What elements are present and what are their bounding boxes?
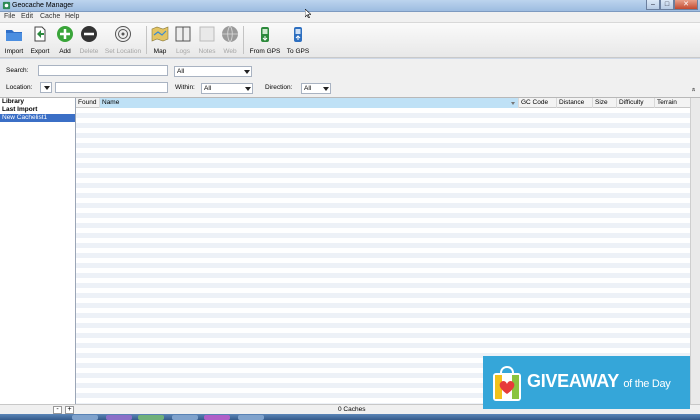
taskbar-item[interactable] (204, 415, 230, 420)
taskbar-item[interactable] (172, 415, 198, 420)
column-found[interactable]: Found (76, 98, 100, 108)
notes-button[interactable]: Notes (197, 25, 217, 55)
delete-label: Delete (79, 48, 99, 55)
taskbar-item[interactable] (72, 415, 98, 420)
minimize-button[interactable]: – (646, 0, 660, 10)
search-scope-value: All (177, 68, 185, 75)
search-scope-select[interactable]: All (174, 66, 252, 77)
export-button[interactable]: Export (29, 25, 51, 55)
cache-count: 0 Caches (338, 406, 366, 413)
vertical-scrollbar[interactable] (690, 98, 700, 404)
location-input[interactable] (55, 82, 168, 93)
giveaway-text: GIVEAWAY of the Day (527, 371, 671, 392)
to-gps-button[interactable]: To GPS (285, 25, 311, 55)
location-dropdown[interactable] (40, 82, 52, 93)
maximize-button[interactable]: □ (660, 0, 674, 10)
notes-icon (199, 26, 215, 42)
column-size[interactable]: Size (593, 98, 617, 108)
to-gps-label: To GPS (286, 48, 310, 55)
toolbar-separator (243, 26, 244, 54)
set-location-button[interactable]: Set Location (104, 25, 142, 55)
app-icon (2, 1, 11, 10)
logs-label: Logs (175, 48, 191, 55)
from-gps-label: From GPS (249, 48, 281, 55)
location-label: Location: (6, 84, 33, 91)
from-gps-button[interactable]: From GPS (249, 25, 281, 55)
direction-value: All (304, 85, 312, 92)
column-terrain[interactable]: Terrain (655, 98, 690, 108)
within-value: All (204, 85, 212, 92)
within-select[interactable]: All (201, 83, 253, 94)
web-label: Web (223, 48, 237, 55)
mouse-cursor-icon (305, 9, 311, 18)
map-icon (151, 26, 169, 42)
delete-button[interactable]: Delete (79, 25, 99, 55)
sidebar-item-new-cachelist[interactable]: New Cachelist1 (0, 114, 75, 122)
add-list-button[interactable]: + (65, 406, 74, 414)
plus-icon (57, 26, 73, 42)
minus-icon (81, 26, 97, 42)
cachelist-sidebar: Library Last Import New Cachelist1 (0, 98, 76, 404)
import-button[interactable]: Import (3, 25, 25, 55)
globe-icon (222, 25, 238, 43)
direction-select[interactable]: All (301, 83, 331, 94)
map-label: Map (153, 48, 167, 55)
set-location-label: Set Location (104, 48, 142, 55)
window-controls: – □ ✕ (646, 0, 698, 11)
os-taskbar (0, 414, 700, 420)
import-label: Import (4, 48, 24, 55)
chevron-down-icon (244, 70, 250, 74)
remove-list-button[interactable]: - (53, 406, 62, 414)
taskbar-item[interactable] (238, 415, 264, 420)
gps-upload-icon (294, 27, 302, 42)
toolbar: Import Export Add Delete Set Location Ma… (0, 23, 700, 58)
gift-bag-icon (493, 366, 521, 401)
menu-bar: File Edit Cache Help (0, 12, 700, 23)
logs-button[interactable]: Logs (174, 25, 192, 55)
collapse-filters-button[interactable]: » (691, 88, 698, 92)
chevron-down-icon (323, 87, 329, 91)
sort-arrow-icon (511, 102, 515, 105)
direction-label: Direction: (265, 84, 293, 91)
column-gc-code[interactable]: GC Code (519, 98, 557, 108)
add-button[interactable]: Add (56, 25, 74, 55)
sidebar-item-library[interactable]: Library (0, 98, 75, 106)
export-icon (34, 26, 46, 42)
title-bar: Geocache Manager – □ ✕ (0, 0, 700, 12)
filter-panel: Search: All Location: Within: All Direct… (0, 59, 700, 98)
chevron-down-icon (245, 87, 251, 91)
giveaway-main: GIVEAWAY (527, 371, 619, 391)
toolbar-separator (146, 26, 147, 54)
column-distance[interactable]: Distance (557, 98, 593, 108)
menu-file[interactable]: File (4, 13, 15, 20)
web-button[interactable]: Web (221, 25, 239, 55)
gps-device-icon (261, 27, 269, 42)
search-label: Search: (6, 67, 29, 74)
menu-help[interactable]: Help (65, 13, 79, 20)
window-title: Geocache Manager (12, 2, 74, 9)
close-button[interactable]: ✕ (674, 0, 698, 10)
column-name[interactable]: Name (100, 98, 519, 108)
menu-cache[interactable]: Cache (40, 13, 60, 20)
map-button[interactable]: Map (151, 25, 169, 55)
folder-icon (6, 30, 22, 41)
notes-label: Notes (198, 48, 216, 55)
export-label: Export (30, 48, 50, 55)
giveaway-banner: GIVEAWAY of the Day (483, 356, 690, 409)
within-label: Within: (175, 84, 195, 91)
taskbar-item[interactable] (106, 415, 132, 420)
book-icon (175, 26, 191, 42)
taskbar-item[interactable] (138, 415, 164, 420)
column-difficulty[interactable]: Difficulty (617, 98, 655, 108)
chevron-down-icon (44, 86, 50, 90)
search-input[interactable] (38, 65, 168, 76)
sidebar-item-last-import[interactable]: Last Import (0, 106, 75, 114)
column-name-label: Name (102, 99, 120, 106)
menu-edit[interactable]: Edit (21, 13, 33, 20)
table-header: Found Name GC Code Distance Size Difficu… (76, 98, 690, 108)
target-icon (115, 26, 131, 42)
giveaway-suffix: of the Day (623, 378, 671, 390)
add-label: Add (59, 48, 71, 55)
